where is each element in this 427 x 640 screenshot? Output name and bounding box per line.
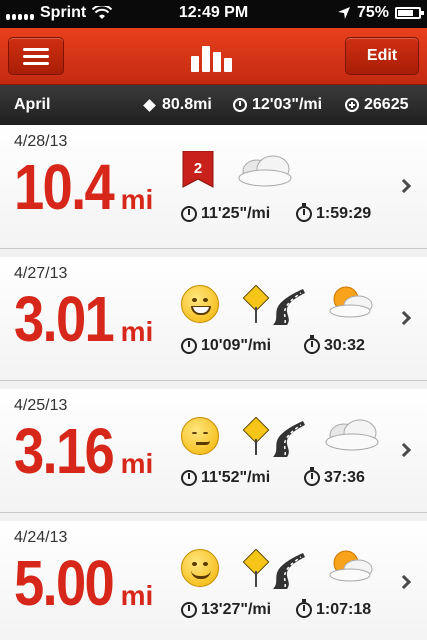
run-duration-value: 1:59:29: [316, 205, 372, 222]
monthly-summary-bar: April 80.8mi 12'03"/mi 26625: [0, 85, 427, 125]
run-row[interactable]: 4/25/13 3.16 mi 11'52"/mi 37:36: [0, 389, 427, 513]
cloudy-weather-icon: [325, 419, 379, 451]
stopwatch-icon: [304, 335, 320, 354]
navigation-bar: Edit: [0, 28, 427, 85]
status-bar: Sprint 12:49 PM 75%: [0, 0, 427, 28]
status-right: 75%: [337, 4, 424, 22]
summary-distance: 80.8mi: [143, 96, 212, 114]
pace-clock-icon: [181, 206, 197, 222]
summary-distance-value: 80.8mi: [162, 96, 212, 113]
run-distance-unit: mi: [120, 316, 154, 347]
summary-pace: 12'03"/mi: [233, 96, 322, 114]
run-row[interactable]: 4/27/13 3.01 mi 10'09"/mi 30:32: [0, 257, 427, 381]
road-terrain-icon: [243, 285, 305, 325]
run-distance-value: 3.16: [14, 415, 115, 487]
fuel-plus-icon: [345, 98, 359, 112]
run-distance-value: 5.00: [14, 547, 115, 619]
run-distance: 5.00 mi: [14, 549, 153, 617]
pace-clock-icon: [181, 470, 197, 486]
run-pace: 11'52"/mi: [181, 469, 270, 487]
run-duration: 1:59:29: [296, 203, 372, 223]
pace-clock-icon: [233, 98, 247, 112]
partly-sunny-weather-icon: [329, 550, 373, 582]
stopwatch-icon: [304, 467, 320, 486]
run-duration: 37:36: [304, 467, 365, 487]
pace-clock-icon: [181, 338, 197, 354]
run-distance: 10.4 mi: [14, 153, 153, 221]
run-distance: 3.16 mi: [14, 417, 153, 485]
cloudy-weather-icon: [238, 155, 292, 187]
smirk-mood-icon: [181, 417, 219, 455]
chevron-right-icon: [396, 442, 412, 458]
edit-button[interactable]: Edit: [345, 37, 419, 75]
run-duration-value: 30:32: [324, 337, 365, 354]
chevron-right-icon: [396, 574, 412, 590]
run-duration-value: 37:36: [324, 469, 365, 486]
stopwatch-icon: [296, 599, 312, 618]
run-pace: 10'09"/mi: [181, 337, 271, 355]
battery-icon: [395, 7, 424, 19]
partly-sunny-weather-icon: [329, 286, 373, 318]
road-terrain-icon: [243, 549, 305, 589]
summary-fuel: 26625: [345, 96, 409, 114]
run-duration-value: 1:07:18: [316, 601, 372, 618]
run-row[interactable]: 4/28/13 10.4 mi 2 11'25"/mi 1:59:29: [0, 125, 427, 249]
menu-button[interactable]: [8, 37, 64, 75]
run-distance-unit: mi: [120, 184, 154, 215]
grin-mood-icon: [181, 285, 219, 323]
run-pace-value: 11'25"/mi: [201, 205, 271, 222]
summary-month: April: [14, 96, 51, 113]
distance-diamond-icon: [143, 98, 156, 112]
run-pace-value: 11'52"/mi: [201, 469, 271, 486]
run-distance-value: 10.4: [14, 151, 115, 223]
personal-record-badge-icon: 2: [182, 151, 214, 188]
run-pace-value: 10'09"/mi: [201, 337, 272, 354]
stopwatch-icon: [296, 203, 312, 222]
run-date: 4/27/13: [14, 265, 68, 282]
run-date: 4/25/13: [14, 397, 68, 414]
summary-pace-value: 12'03"/mi: [252, 96, 323, 113]
run-distance-unit: mi: [120, 580, 154, 611]
battery-percent: 75%: [356, 4, 389, 21]
run-pace: 13'27"/mi: [181, 601, 271, 619]
location-arrow-icon: [337, 7, 350, 19]
content-mood-icon: [181, 549, 219, 587]
run-distance: 3.01 mi: [14, 285, 153, 353]
run-row[interactable]: 4/24/13 5.00 mi 13'27"/mi 1:07:18: [0, 521, 427, 640]
run-date: 4/24/13: [14, 529, 68, 546]
bar-chart-icon[interactable]: [189, 42, 237, 72]
battery-fill: [398, 10, 413, 16]
summary-fuel-value: 26625: [364, 96, 409, 113]
badge-number: 2: [194, 160, 202, 177]
chevron-right-icon: [396, 178, 412, 194]
run-distance-value: 3.01: [14, 283, 115, 355]
run-duration: 1:07:18: [296, 599, 372, 619]
run-pace-value: 13'27"/mi: [201, 601, 272, 618]
pace-clock-icon: [181, 602, 197, 618]
road-terrain-icon: [243, 417, 305, 457]
run-date: 4/28/13: [14, 133, 68, 150]
run-pace: 11'25"/mi: [181, 205, 270, 223]
run-distance-unit: mi: [120, 448, 154, 479]
chevron-right-icon: [396, 310, 412, 326]
run-duration: 30:32: [304, 335, 365, 355]
